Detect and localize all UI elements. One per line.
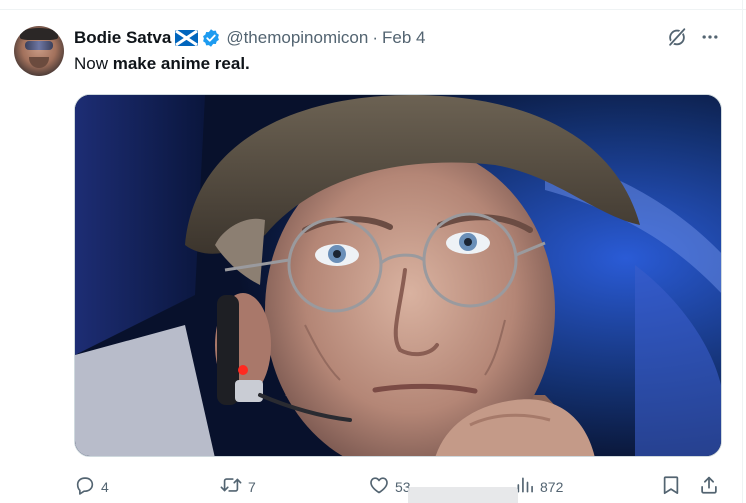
top-divider [0, 0, 746, 10]
share-upload-icon [698, 474, 720, 501]
views-button[interactable]: 872 [515, 473, 563, 501]
avatar-hat [20, 28, 58, 40]
header-separator: · [372, 28, 378, 47]
view-count: 872 [540, 479, 564, 495]
retweet-button[interactable]: 7 [219, 473, 256, 501]
heart-icon [368, 474, 390, 501]
reply-button[interactable]: 4 [74, 473, 109, 501]
grok-button[interactable] [664, 26, 690, 52]
author-handle[interactable]: @themopinomicon [226, 28, 368, 48]
more-dots-icon [700, 27, 720, 52]
tweet-text-plain: Now [74, 54, 113, 73]
tweet[interactable]: Bodie Satva @themopinomicon · Feb 4 Now … [0, 11, 742, 503]
tweet-text: Now make anime real. [74, 54, 250, 74]
verified-badge-icon[interactable] [201, 28, 221, 48]
bookmark-button[interactable] [661, 473, 681, 501]
more-options-button[interactable] [697, 26, 723, 52]
reply-count: 4 [101, 479, 109, 495]
retweet-count: 7 [248, 479, 256, 495]
grok-icon [666, 26, 688, 53]
share-button[interactable] [698, 473, 720, 501]
avatar-glasses [25, 41, 53, 50]
horizontal-scrollbar-thumb[interactable] [408, 487, 518, 503]
tweet-header: Bodie Satva @themopinomicon · Feb 4 [74, 26, 425, 50]
retweet-icon [219, 474, 243, 501]
author-display-name[interactable]: Bodie Satva [74, 28, 171, 48]
avatar-beard [29, 57, 49, 68]
like-button[interactable]: 53 [368, 473, 411, 501]
photo-illustration [75, 95, 721, 456]
reply-bubble-icon [74, 474, 96, 501]
tweet-text-bold: make anime real. [112, 54, 250, 73]
tweet-date[interactable]: Feb 4 [382, 28, 425, 48]
timeline-border [742, 0, 743, 503]
bar-chart-icon [515, 475, 535, 500]
tweet-media-photo[interactable] [74, 94, 722, 457]
bookmark-icon [661, 474, 681, 501]
scotland-flag-icon [175, 29, 199, 47]
tweet-actions: 4 7 53 872 [74, 473, 722, 501]
avatar[interactable] [14, 26, 64, 76]
